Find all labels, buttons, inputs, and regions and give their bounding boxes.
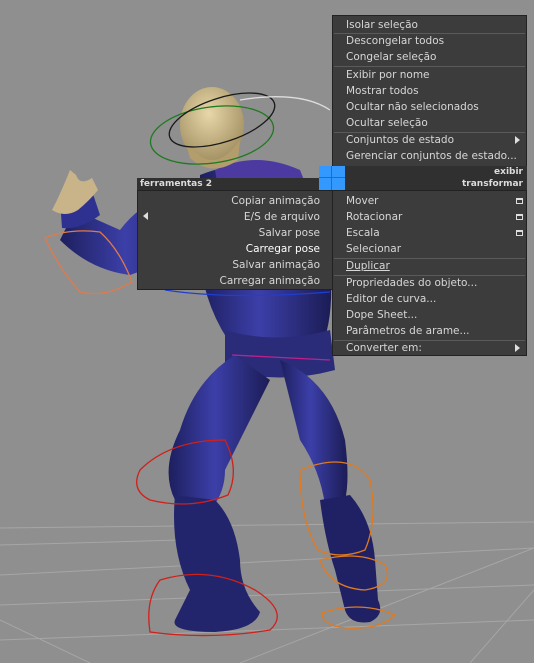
quad-header-display: exibir <box>345 166 527 178</box>
menu-item-hide-selection[interactable]: Ocultar seleção <box>333 115 526 131</box>
menu-item-isolate-selection[interactable]: Isolar seleção <box>333 17 526 33</box>
menu-item-clone[interactable]: Duplicar <box>333 258 526 274</box>
header-label: transformar <box>461 179 523 189</box>
menu-item-freeze-selection[interactable]: Congelar seleção <box>333 49 526 65</box>
menu-item-hide-unselected[interactable]: Ocultar não selecionados <box>333 99 526 115</box>
menu-item-copy-animation[interactable]: Copiar animação <box>138 193 332 209</box>
menu-item-manage-state-sets[interactable]: Gerenciar conjuntos de estado... <box>333 148 526 164</box>
menu-item-unhide-all[interactable]: Mostrar todos <box>333 83 526 99</box>
menu-item-load-pose[interactable]: Carregar pose <box>138 241 332 257</box>
quad-center-icon[interactable] <box>319 166 345 190</box>
quad-menu-display: Isolar seleção Descongelar todos Congela… <box>332 15 527 178</box>
viewport[interactable]: Isolar seleção Descongelar todos Congela… <box>0 0 534 663</box>
header-label: ferramentas 2 <box>140 179 212 189</box>
menu-item-state-sets[interactable]: Conjuntos de estado <box>333 132 526 148</box>
quad-header-transform: transformar <box>345 178 527 190</box>
menu-item-load-animation[interactable]: Carregar animação <box>138 273 332 289</box>
menu-item-object-properties[interactable]: Propriedades do objeto... <box>333 275 526 291</box>
quad-menu-transform: Mover Rotacionar Escala Selecionar Dupli… <box>332 190 527 356</box>
menu-item-convert-to[interactable]: Converter em: <box>333 340 526 356</box>
settings-box-icon[interactable] <box>516 214 523 220</box>
menu-item-save-animation[interactable]: Salvar animação <box>138 257 332 273</box>
menu-item-save-pose[interactable]: Salvar pose <box>138 225 332 241</box>
menu-item-file-io[interactable]: E/S de arquivo <box>138 209 332 225</box>
menu-item-unhide-by-name[interactable]: Exibir por nome <box>333 67 526 83</box>
menu-item-unfreeze-all[interactable]: Descongelar todos <box>333 33 526 49</box>
submenu-arrow-icon <box>515 344 520 352</box>
menu-item-wire-parameters[interactable]: Parâmetros de arame... <box>333 323 526 339</box>
menu-item-select[interactable]: Selecionar <box>333 241 526 257</box>
quad-menu-tools2: Copiar animação E/S de arquivo Salvar po… <box>137 190 333 290</box>
settings-box-icon[interactable] <box>516 230 523 236</box>
menu-item-move[interactable]: Mover <box>333 193 526 209</box>
menu-item-dope-sheet[interactable]: Dope Sheet... <box>333 307 526 323</box>
settings-box-icon[interactable] <box>516 198 523 204</box>
menu-item-rotate[interactable]: Rotacionar <box>333 209 526 225</box>
quad-header-tools2: ferramentas 2 <box>137 178 319 190</box>
menu-item-scale[interactable]: Escala <box>333 225 526 241</box>
header-label: exibir <box>494 167 523 177</box>
submenu-arrow-icon <box>515 136 520 144</box>
menu-item-curve-editor[interactable]: Editor de curva... <box>333 291 526 307</box>
